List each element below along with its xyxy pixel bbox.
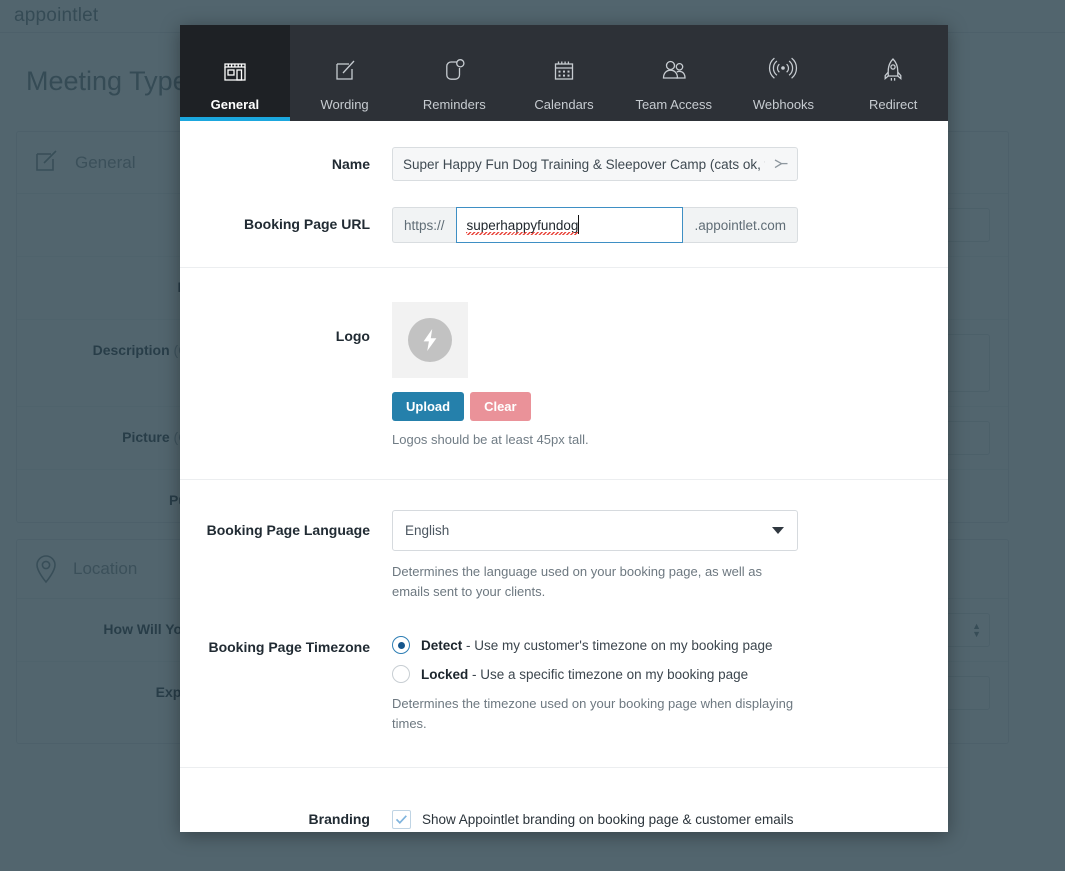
tab-team-access-label: Team Access xyxy=(635,97,713,112)
language-selected-value: English xyxy=(405,523,450,538)
name-input[interactable] xyxy=(392,147,798,181)
booking-url-group: https:// .appointlet.com xyxy=(392,207,798,243)
settings-modal: General Wording Reminders Calendars Team… xyxy=(180,25,948,832)
lightning-bolt-icon xyxy=(408,318,452,362)
tab-team-access[interactable]: Team Access xyxy=(619,25,729,121)
radio-detect-bold: Detect xyxy=(421,637,463,653)
radio-option-detect[interactable]: Detect - Use my customer's timezone on m… xyxy=(392,636,798,655)
clear-button[interactable]: Clear xyxy=(470,392,531,421)
language-description: Determines the language used on your boo… xyxy=(392,564,763,600)
radio-locked-rest: - Use a specific timezone on my booking … xyxy=(468,666,749,682)
logo-hint: Logos should be at least 45px tall. xyxy=(392,432,589,447)
field-language: Booking Page Language English Determines… xyxy=(180,504,948,608)
field-name: Name xyxy=(180,141,948,187)
modal-body: Name B xyxy=(180,121,948,832)
tab-webhooks-label: Webhooks xyxy=(752,97,815,112)
screen-root: appointlet Meeting Types General Na xyxy=(0,0,1065,871)
tab-wording-label: Wording xyxy=(320,97,369,112)
radio-detect[interactable] xyxy=(392,636,410,655)
bell-notification-icon xyxy=(434,50,474,90)
label-language: Booking Page Language xyxy=(206,522,370,538)
tab-general[interactable]: General xyxy=(180,25,290,121)
booking-url-input[interactable] xyxy=(455,207,684,243)
tab-reminders[interactable]: Reminders xyxy=(399,25,509,121)
timezone-description: Determines the timezone used on your boo… xyxy=(392,696,794,732)
url-suffix: .appointlet.com xyxy=(683,207,798,243)
modal-tabbar: General Wording Reminders Calendars Team… xyxy=(180,25,948,121)
section-logo: Logo Upload Clear Logos should be at lea… xyxy=(180,268,948,480)
radio-locked-bold: Locked xyxy=(421,666,469,682)
label-name: Name xyxy=(331,156,370,172)
radio-detect-rest: - Use my customer's timezone on my booki… xyxy=(462,637,773,653)
tab-wording[interactable]: Wording xyxy=(290,25,400,121)
branding-checkbox-label: Show Appointlet branding on booking page… xyxy=(422,811,794,827)
tab-redirect[interactable]: Redirect xyxy=(838,25,948,121)
people-icon xyxy=(654,50,694,90)
field-logo: Logo Upload Clear Logos should be at lea… xyxy=(180,296,948,453)
label-logo: Logo xyxy=(335,328,370,344)
tab-webhooks[interactable]: Webhooks xyxy=(729,25,839,121)
tab-reminders-label: Reminders xyxy=(422,97,486,112)
broadcast-icon xyxy=(763,50,803,90)
branding-checkbox-row[interactable]: Show Appointlet branding on booking page… xyxy=(392,809,798,829)
tab-calendars-label: Calendars xyxy=(534,97,594,112)
logo-preview[interactable] xyxy=(392,302,468,378)
tab-calendars[interactable]: Calendars xyxy=(509,25,619,121)
rocket-icon xyxy=(873,50,913,90)
section-identity: Name B xyxy=(180,121,948,268)
chevron-down-icon[interactable] xyxy=(772,527,784,534)
language-select[interactable]: English xyxy=(392,510,798,551)
radio-locked[interactable] xyxy=(392,665,410,684)
branding-checkbox[interactable] xyxy=(392,809,411,829)
field-timezone: Booking Page Timezone Detect - Use my cu… xyxy=(180,608,948,740)
label-booking-url: Booking Page URL xyxy=(243,216,370,232)
tab-redirect-label: Redirect xyxy=(868,97,918,112)
label-timezone: Booking Page Timezone xyxy=(208,639,370,656)
field-booking-url: Booking Page URL https:// .appointlet.co… xyxy=(180,187,948,249)
radio-option-locked[interactable]: Locked - Use a specific timezone on my b… xyxy=(392,665,798,684)
field-branding: Branding Show Appointlet branding on boo… xyxy=(180,804,948,832)
url-prefix: https:// xyxy=(392,207,456,243)
section-branding: Branding Show Appointlet branding on boo… xyxy=(180,768,948,832)
calendar-icon xyxy=(544,50,584,90)
storefront-icon xyxy=(215,50,255,90)
section-locale: Booking Page Language English Determines… xyxy=(180,480,948,768)
tab-general-label: General xyxy=(210,97,260,112)
upload-button[interactable]: Upload xyxy=(392,392,465,421)
label-branding: Branding xyxy=(308,810,370,827)
pencil-square-icon xyxy=(325,50,365,90)
logo-buttons: Upload Clear xyxy=(392,392,798,421)
text-caret xyxy=(577,215,579,234)
